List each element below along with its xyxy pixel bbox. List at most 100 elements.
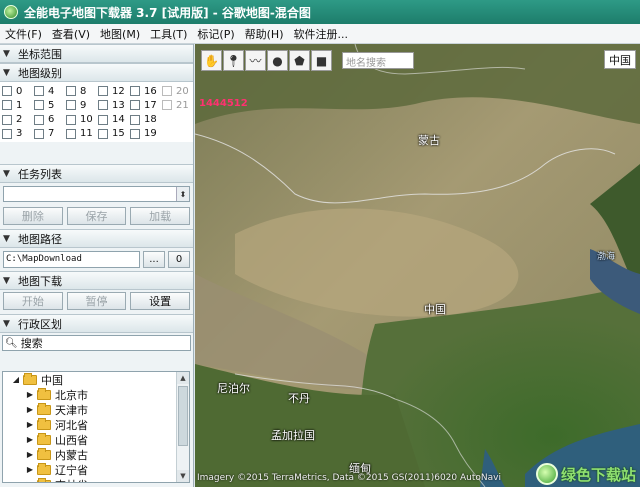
checkbox-box[interactable] bbox=[34, 114, 44, 125]
section-path[interactable]: ▼ 地图路径 bbox=[0, 229, 193, 248]
section-coords[interactable]: ▼ 坐标范围 bbox=[0, 44, 193, 63]
menu-map[interactable]: 地图(M) bbox=[95, 26, 145, 42]
level-checkbox[interactable]: 15 bbox=[98, 128, 130, 140]
checkbox-box[interactable] bbox=[98, 100, 108, 111]
level-label: 21 bbox=[176, 99, 189, 111]
level-checkbox[interactable]: 0 bbox=[2, 85, 34, 97]
level-checkbox[interactable]: 4 bbox=[34, 85, 66, 97]
checkbox-box[interactable] bbox=[2, 100, 12, 111]
section-admin[interactable]: ▼ 行政区划 bbox=[0, 314, 193, 333]
region-search-input[interactable]: 🔍︎ 搜索 bbox=[2, 335, 191, 351]
checkbox-box[interactable] bbox=[130, 114, 140, 125]
level-checkbox[interactable]: 19 bbox=[130, 128, 162, 140]
load-button[interactable]: 加载 bbox=[130, 207, 191, 225]
collapsed-arrow-icon[interactable]: ▶ bbox=[25, 450, 35, 459]
spin-arrows-icon[interactable]: ⬍ bbox=[176, 187, 189, 201]
checkbox-box[interactable] bbox=[98, 114, 108, 125]
level-checkbox[interactable]: 11 bbox=[66, 128, 98, 140]
level-checkbox[interactable]: 3 bbox=[2, 128, 34, 140]
checkbox-box[interactable] bbox=[162, 100, 172, 111]
scroll-thumb[interactable] bbox=[178, 386, 188, 446]
level-checkbox[interactable]: 8 bbox=[66, 85, 98, 97]
menu-file[interactable]: 文件(F) bbox=[0, 26, 47, 42]
save-button[interactable]: 保存 bbox=[66, 207, 127, 225]
checkbox-box[interactable] bbox=[2, 128, 12, 139]
level-checkbox[interactable]: 9 bbox=[66, 99, 98, 111]
tree-node[interactable]: ▶ 北京市 bbox=[3, 387, 189, 402]
task-combobox[interactable]: ⬍ bbox=[3, 186, 190, 202]
checkbox-box[interactable] bbox=[66, 86, 76, 97]
checkbox-box[interactable] bbox=[2, 114, 12, 125]
map-view[interactable]: ✋ 📍︎ 〰 ● ⬟ ■ 地名搜索 中国 1444512 蒙古 中国 尼泊尔 不… bbox=[195, 44, 640, 487]
level-checkbox[interactable]: 1 bbox=[2, 99, 34, 111]
level-checkbox[interactable]: 16 bbox=[130, 85, 162, 97]
polyline-icon[interactable]: 〰 bbox=[245, 50, 266, 71]
collapsed-arrow-icon[interactable]: ▶ bbox=[25, 465, 35, 474]
level-checkbox[interactable]: 14 bbox=[98, 114, 130, 126]
collapsed-arrow-icon[interactable]: ▶ bbox=[25, 405, 35, 414]
tree-node[interactable]: ◢ 中国 bbox=[3, 372, 189, 387]
section-download[interactable]: ▼ 地图下载 bbox=[0, 271, 193, 290]
tree-node[interactable]: ▶ 辽宁省 bbox=[3, 462, 189, 477]
settings-button[interactable]: 设置 bbox=[130, 292, 191, 310]
checkbox-box[interactable] bbox=[34, 128, 44, 139]
tree-node[interactable]: ▶ 河北省 bbox=[3, 417, 189, 432]
tree-node[interactable]: ▶ 内蒙古 bbox=[3, 447, 189, 462]
level-checkbox[interactable]: 10 bbox=[66, 114, 98, 126]
level-checkbox[interactable]: 13 bbox=[98, 99, 130, 111]
level-checkbox[interactable]: 6 bbox=[34, 114, 66, 126]
checkbox-box[interactable] bbox=[34, 86, 44, 97]
checkbox-box[interactable] bbox=[2, 86, 12, 97]
checkbox-box[interactable] bbox=[66, 114, 76, 125]
checkbox-box[interactable] bbox=[130, 100, 140, 111]
marker-pin-icon[interactable]: 📍︎ bbox=[223, 50, 244, 71]
checkbox-box[interactable] bbox=[130, 128, 140, 139]
checkbox-box[interactable] bbox=[162, 86, 172, 97]
menu-help[interactable]: 帮助(H) bbox=[240, 26, 289, 42]
tree-node[interactable]: ▶ 天津市 bbox=[3, 402, 189, 417]
section-tasks[interactable]: ▼ 任务列表 bbox=[0, 164, 193, 183]
tree-node[interactable]: ▶ 吉林省 bbox=[3, 477, 189, 482]
level-checkbox[interactable]: 5 bbox=[34, 99, 66, 111]
rectangle-icon[interactable]: ■ bbox=[311, 50, 332, 71]
checkbox-box[interactable] bbox=[34, 100, 44, 111]
level-checkbox[interactable]: 20 bbox=[162, 85, 193, 97]
level-checkbox[interactable]: 12 bbox=[98, 85, 130, 97]
expanded-arrow-icon[interactable]: ◢ bbox=[11, 375, 21, 384]
section-levels[interactable]: ▼ 地图级别 bbox=[0, 63, 193, 82]
level-checkbox[interactable]: 2 bbox=[2, 114, 34, 126]
collapsed-arrow-icon[interactable]: ▶ bbox=[25, 390, 35, 399]
checkbox-box[interactable] bbox=[66, 128, 76, 139]
level-checkbox[interactable]: 17 bbox=[130, 99, 162, 111]
menu-marker[interactable]: 标记(P) bbox=[192, 26, 239, 42]
polygon-icon[interactable]: ⬟ bbox=[289, 50, 310, 71]
path-input[interactable]: C:\MapDownload bbox=[3, 251, 140, 268]
start-button[interactable]: 开始 bbox=[3, 292, 63, 310]
collapsed-arrow-icon[interactable]: ▶ bbox=[25, 435, 35, 444]
checkbox-box[interactable] bbox=[98, 86, 108, 97]
checkbox-box[interactable] bbox=[98, 128, 108, 139]
scroll-down-icon[interactable]: ▼ bbox=[177, 470, 189, 482]
pause-button[interactable]: 暂停 bbox=[66, 292, 127, 310]
place-search-input[interactable]: 地名搜索 bbox=[342, 52, 414, 69]
level-checkbox[interactable]: 18 bbox=[130, 114, 162, 126]
tree-scrollbar[interactable]: ▲ ▼ bbox=[176, 372, 189, 482]
level-checkbox[interactable]: 7 bbox=[34, 128, 66, 140]
collapsed-arrow-icon[interactable]: ▶ bbox=[25, 480, 35, 482]
checkbox-box[interactable] bbox=[66, 100, 76, 111]
menu-view[interactable]: 查看(V) bbox=[47, 26, 95, 42]
pan-hand-icon[interactable]: ✋ bbox=[201, 50, 222, 71]
tree-node[interactable]: ▶ 山西省 bbox=[3, 432, 189, 447]
scroll-up-icon[interactable]: ▲ bbox=[177, 372, 189, 384]
checkbox-box[interactable] bbox=[130, 86, 140, 97]
delete-button[interactable]: 删除 bbox=[3, 207, 63, 225]
menu-tools[interactable]: 工具(T) bbox=[145, 26, 192, 42]
browse-button[interactable]: ... bbox=[143, 251, 165, 268]
open-folder-button[interactable]: 0 bbox=[168, 251, 190, 268]
circle-icon[interactable]: ● bbox=[267, 50, 288, 71]
level-checkbox[interactable]: 21 bbox=[162, 99, 193, 111]
menu-register[interactable]: 软件注册... bbox=[289, 26, 354, 42]
map-type-button[interactable]: 中国 bbox=[604, 50, 636, 69]
folder-icon bbox=[37, 387, 51, 400]
collapsed-arrow-icon[interactable]: ▶ bbox=[25, 420, 35, 429]
